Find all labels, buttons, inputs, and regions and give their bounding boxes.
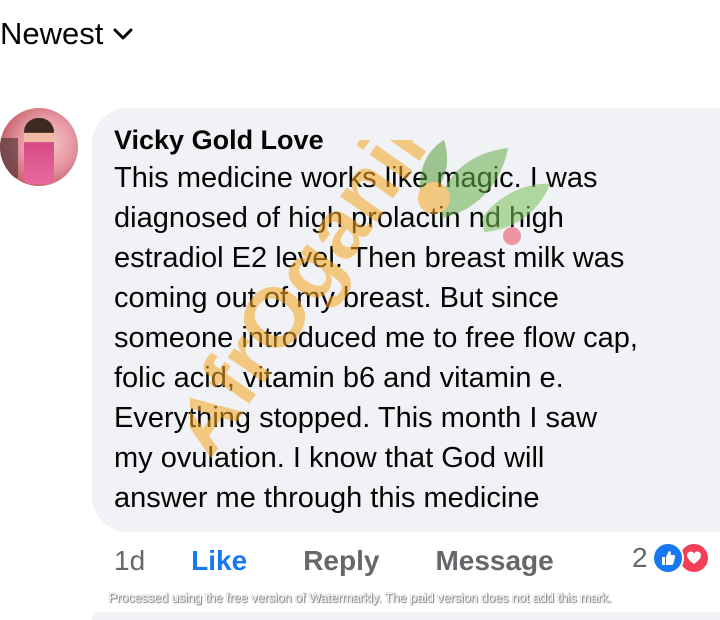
comment-line: my ovulation. I know that God will — [114, 442, 545, 474]
avatar-figure — [24, 118, 54, 184]
reply-button[interactable]: Reply — [303, 545, 379, 577]
next-comment-bubble — [92, 612, 720, 620]
comment-text: This medicine works like magic. I was di… — [114, 158, 709, 518]
processed-note: Processed using the free version of Wate… — [108, 590, 612, 605]
reaction-count: 2 — [632, 542, 648, 573]
comment-line: estradiol E2 level. Then breast milk was — [114, 242, 625, 274]
message-button[interactable]: Message — [435, 545, 553, 577]
comment-actions: 1d Like Reply Message — [114, 545, 554, 577]
comment-line: folic acid, vitamin b6 and vitamin e. — [114, 362, 564, 394]
reaction-summary[interactable]: 2 — [632, 542, 710, 574]
comment-line: diagnosed of high prolactin nd high — [114, 202, 564, 234]
comment-author[interactable]: Vicky Gold Love — [114, 122, 720, 158]
comment-line: coming out of my breast. But since — [114, 282, 559, 314]
comment-timestamp[interactable]: 1d — [114, 545, 145, 577]
comment-line: answer me through this medicine — [114, 482, 540, 514]
comment-line: someone introduced me to free flow cap, — [114, 322, 638, 354]
comment-line: Everything stopped. This month I saw — [114, 402, 598, 434]
avatar-background — [0, 138, 18, 178]
comment-sort-dropdown[interactable]: Newest — [0, 16, 133, 52]
comment-bubble: Vicky Gold Love This medicine works like… — [92, 108, 720, 532]
sort-label: Newest — [0, 16, 104, 51]
like-reaction-icon — [651, 542, 684, 574]
chevron-down-icon — [113, 28, 133, 40]
like-button[interactable]: Like — [191, 545, 247, 577]
avatar[interactable] — [0, 108, 78, 186]
comment-line: This medicine works like magic. I was — [114, 162, 598, 194]
